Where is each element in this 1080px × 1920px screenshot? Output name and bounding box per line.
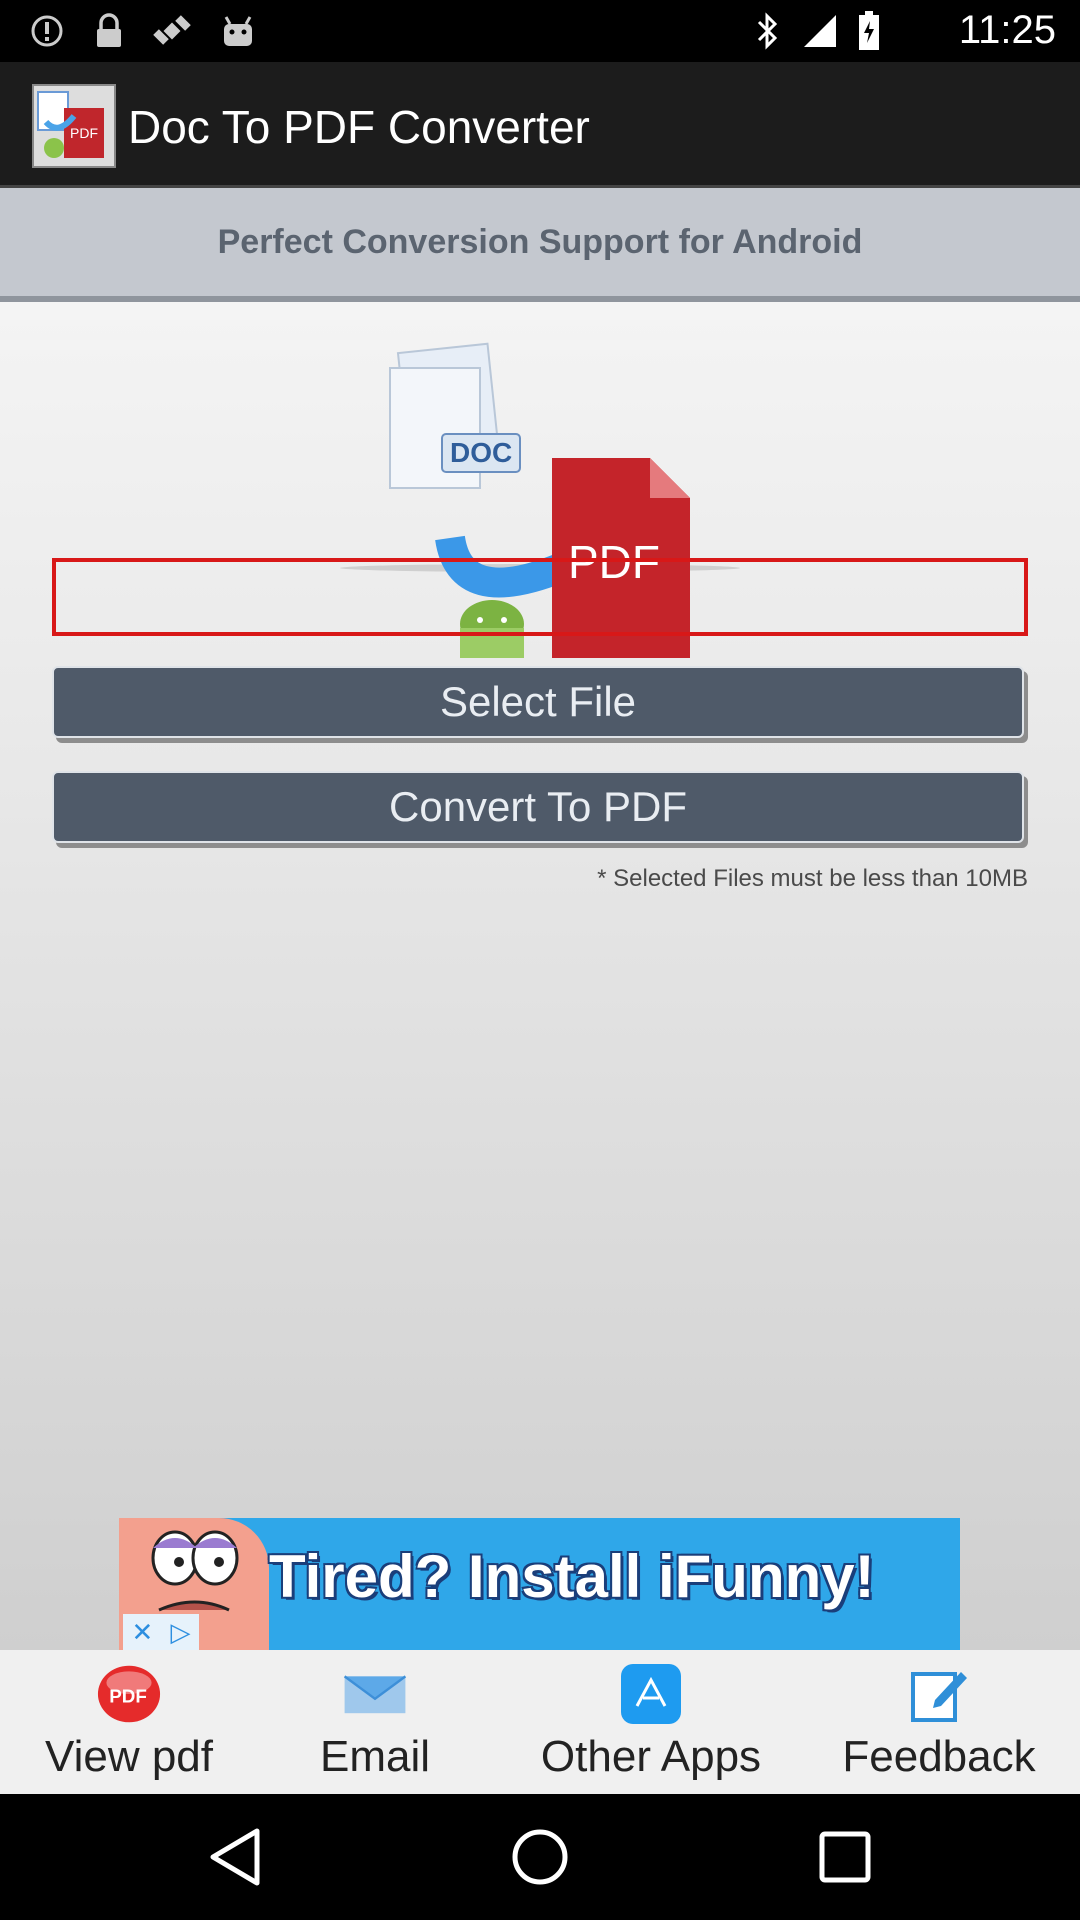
svg-text:DOC: DOC [450, 437, 512, 468]
lock-icon [90, 12, 128, 50]
bottom-menu: PDF View pdf Email Other Apps Feedback [0, 1650, 1080, 1794]
app-store-icon [619, 1662, 683, 1726]
envelope-icon [343, 1662, 407, 1726]
bluetooth-icon [750, 12, 786, 50]
selected-file-display [52, 558, 1028, 636]
ad-controls[interactable]: ✕ ▷ [123, 1614, 199, 1650]
back-icon[interactable] [200, 1822, 270, 1892]
status-time: 11:25 [958, 8, 1056, 52]
signal-icon [800, 12, 840, 50]
convert-to-pdf-button[interactable]: Convert To PDF [52, 771, 1024, 843]
app-logo-icon: PDF [32, 84, 116, 168]
menu-other-apps[interactable]: Other Apps [526, 1650, 776, 1794]
ad-banner[interactable]: Tired? Install iFunny! [119, 1518, 960, 1650]
android-icon [218, 12, 258, 50]
edit-icon [907, 1662, 971, 1726]
menu-feedback[interactable]: Feedback [834, 1650, 1044, 1794]
pdf-icon: PDF [97, 1662, 161, 1726]
menu-email[interactable]: Email [290, 1650, 460, 1794]
svg-text:PDF: PDF [109, 1685, 147, 1706]
adchoices-icon[interactable]: ▷ [170, 1617, 190, 1648]
main-content: Perfect Conversion Support for Android D… [0, 188, 1080, 1650]
select-file-button[interactable]: Select File [52, 666, 1024, 738]
menu-label-view-pdf: View pdf [45, 1732, 213, 1781]
menu-label-email: Email [319, 1732, 431, 1781]
close-icon[interactable]: ✕ [132, 1617, 154, 1648]
navigation-bar [0, 1794, 1080, 1920]
menu-label-other-apps: Other Apps [540, 1732, 762, 1781]
menu-label-feedback: Feedback [842, 1732, 1036, 1781]
recents-icon[interactable] [810, 1822, 880, 1892]
menu-view-pdf[interactable]: PDF View pdf [24, 1650, 234, 1794]
screen: 11:25 PDF Doc To PDF Converter Perfect C… [0, 0, 1080, 1920]
svg-text:PDF: PDF [70, 125, 98, 141]
status-bar: 11:25 [0, 0, 1080, 62]
ad-text: Tired? Install iFunny! [269, 1543, 875, 1610]
app-title: Doc To PDF Converter [128, 101, 590, 153]
battery-icon [856, 11, 882, 50]
file-size-note: * Selected Files must be less than 10MB [597, 865, 1028, 892]
satellite-icon [150, 12, 196, 50]
tagline-banner: Perfect Conversion Support for Android [0, 188, 1080, 302]
action-bar: PDF Doc To PDF Converter [0, 62, 1080, 188]
home-icon[interactable] [505, 1822, 575, 1892]
tagline-text: Perfect Conversion Support for Android [217, 222, 863, 261]
alert-icon [28, 12, 66, 50]
